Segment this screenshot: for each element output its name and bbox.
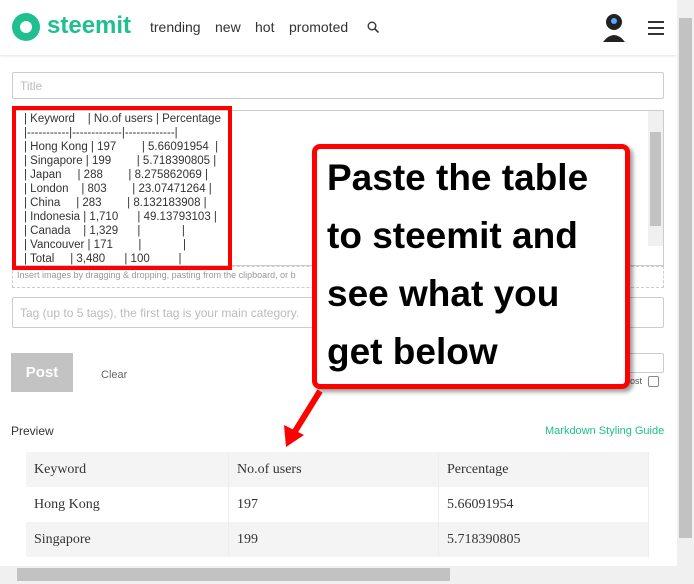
- cell: 197: [228, 487, 439, 522]
- callout-box: Paste the table to steemit and see what …: [312, 144, 630, 389]
- table-row: Singapore 199 5.718390805: [26, 522, 649, 557]
- callout-line: Paste the table: [327, 157, 589, 198]
- cell: 199: [228, 522, 439, 557]
- cell: Hong Kong: [26, 487, 229, 522]
- nav-new[interactable]: new: [215, 19, 241, 35]
- header-cell: No.of users: [228, 452, 439, 487]
- arrow-icon: [284, 389, 323, 447]
- preview-label: Preview: [11, 424, 54, 438]
- logo-text[interactable]: steemit: [47, 12, 131, 40]
- checkbox-label: ost: [630, 376, 643, 386]
- header-cell: Percentage: [438, 452, 649, 487]
- table-row: Hong Kong 197 5.66091954: [26, 487, 649, 522]
- clear-button[interactable]: Clear: [101, 369, 127, 381]
- cell: 5.66091954: [438, 487, 649, 522]
- post-button[interactable]: Post: [11, 353, 73, 392]
- cell: 5.718390805: [438, 522, 649, 557]
- search-icon[interactable]: [367, 21, 379, 33]
- header: steemit trending new hot promoted: [0, 0, 677, 55]
- cell: Singapore: [26, 522, 229, 557]
- header-cell: Keyword: [26, 452, 229, 487]
- preview-table: Keyword No.of users Percentage Hong Kong 19…: [26, 452, 649, 557]
- callout-line: see what you: [327, 273, 560, 314]
- vertical-scroll-thumb[interactable]: [679, 18, 692, 538]
- nav-hot[interactable]: hot: [255, 19, 274, 35]
- checkbox[interactable]: [648, 376, 659, 387]
- callout-line: get below: [327, 331, 498, 372]
- textarea-scroll-thumb[interactable]: [650, 132, 661, 226]
- avatar[interactable]: [602, 12, 626, 42]
- callout-line: to steemit and: [327, 215, 578, 256]
- markdown-guide-link[interactable]: Markdown Styling Guide: [545, 425, 664, 437]
- table-header-row: Keyword No.of users Percentage: [26, 452, 649, 487]
- steemit-logo-icon[interactable]: [12, 13, 40, 41]
- hamburger-icon[interactable]: [648, 21, 664, 39]
- highlight-box: [12, 106, 232, 270]
- horizontal-scroll-thumb[interactable]: [17, 568, 450, 581]
- title-input[interactable]: Title: [12, 72, 664, 99]
- nav-promoted[interactable]: promoted: [289, 19, 348, 35]
- nav-trending[interactable]: trending: [150, 19, 201, 35]
